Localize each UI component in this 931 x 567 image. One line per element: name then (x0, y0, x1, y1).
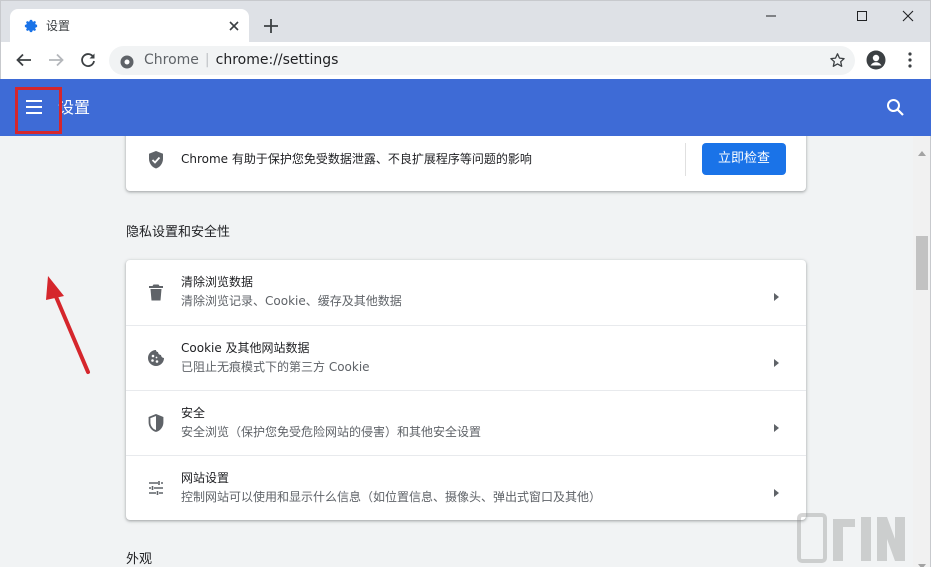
appearance-section-title: 外观 (126, 552, 153, 567)
shield-icon (146, 413, 166, 433)
security-row[interactable]: 安全 安全浏览（保护您免受危险网站的侵害）和其他安全设置 (126, 390, 806, 455)
chevron-right-icon (771, 287, 781, 301)
reload-icon[interactable] (78, 50, 98, 70)
address-bar[interactable]: Chrome | chrome://settings (109, 46, 855, 75)
forward-icon[interactable] (46, 50, 66, 70)
chevron-right-icon (771, 353, 781, 367)
row-title: 网站设置 (181, 471, 230, 485)
privacy-card: 清除浏览数据 清除浏览记录、Cookie、缓存及其他数据 Cookie 及其他网… (126, 260, 806, 520)
more-menu-icon[interactable] (900, 50, 920, 70)
row-title: Cookie 及其他网站数据 (181, 341, 310, 355)
profile-avatar-icon[interactable] (866, 50, 886, 70)
trash-icon (146, 282, 166, 302)
shield-check-icon (147, 150, 165, 170)
settings-content: Chrome 有助于保护您免受数据泄露、不良扩展程序等问题的影响 立即检查 隐私… (0, 136, 913, 567)
bookmark-star-icon[interactable] (829, 52, 846, 69)
tab-strip: 设置 (0, 0, 931, 43)
chevron-right-icon (771, 418, 781, 432)
site-settings-row[interactable]: 网站设置 控制网站可以使用和显示什么信息（如位置信息、摄像头、弹出式窗口及其他） (126, 455, 806, 520)
url-text: chrome://settings (215, 52, 339, 68)
row-title: 安全 (181, 406, 206, 420)
row-title: 清除浏览数据 (181, 275, 254, 289)
row-subtitle: 安全浏览（保护您免受危险网站的侵害）和其他安全设置 (181, 425, 482, 439)
safety-check-text: Chrome 有助于保护您免受数据泄露、不良扩展程序等问题的影响 (181, 152, 532, 166)
cookie-icon (146, 348, 166, 368)
divider (685, 143, 686, 176)
clear-browsing-data-row[interactable]: 清除浏览数据 清除浏览记录、Cookie、缓存及其他数据 (126, 260, 806, 325)
page-title: 设置 (58, 98, 91, 117)
annotation-highlight-box (15, 87, 62, 134)
annotation-arrow (46, 276, 90, 374)
close-tab-icon[interactable] (226, 18, 242, 34)
minimize-icon[interactable] (748, 1, 794, 31)
chevron-right-icon (771, 483, 781, 497)
row-subtitle: 清除浏览记录、Cookie、缓存及其他数据 (181, 294, 402, 308)
row-subtitle: 已阻止无痕模式下的第三方 Cookie (181, 360, 370, 374)
site-name: Chrome (144, 52, 199, 68)
search-icon[interactable] (886, 98, 905, 117)
privacy-section-title: 隐私设置和安全性 (126, 225, 231, 240)
tab-settings[interactable]: 设置 (10, 9, 249, 43)
new-tab-icon[interactable] (262, 17, 280, 35)
scrollbar-thumb[interactable] (916, 236, 928, 290)
check-now-button[interactable]: 立即检查 (702, 143, 786, 175)
settings-header: 设置 (0, 79, 931, 136)
scrollbar[interactable] (913, 136, 931, 567)
row-subtitle: 控制网站可以使用和显示什么信息（如位置信息、摄像头、弹出式窗口及其他） (181, 490, 602, 504)
address-text: Chrome | chrome://settings (144, 52, 339, 68)
close-icon[interactable] (885, 1, 931, 31)
watermark-logo (797, 513, 905, 563)
cookies-row[interactable]: Cookie 及其他网站数据 已阻止无痕模式下的第三方 Cookie (126, 325, 806, 390)
chrome-site-icon (120, 54, 134, 69)
browser-toolbar: Chrome | chrome://settings (0, 42, 931, 79)
safety-check-card: Chrome 有助于保护您免受数据泄露、不良扩展程序等问题的影响 立即检查 (126, 136, 806, 191)
tab-title: 设置 (46, 19, 71, 33)
scroll-up-arrow-icon[interactable] (918, 141, 926, 156)
back-icon[interactable] (14, 50, 34, 70)
gear-icon (23, 18, 39, 34)
maximize-icon[interactable] (839, 1, 885, 31)
sliders-icon (146, 478, 166, 498)
